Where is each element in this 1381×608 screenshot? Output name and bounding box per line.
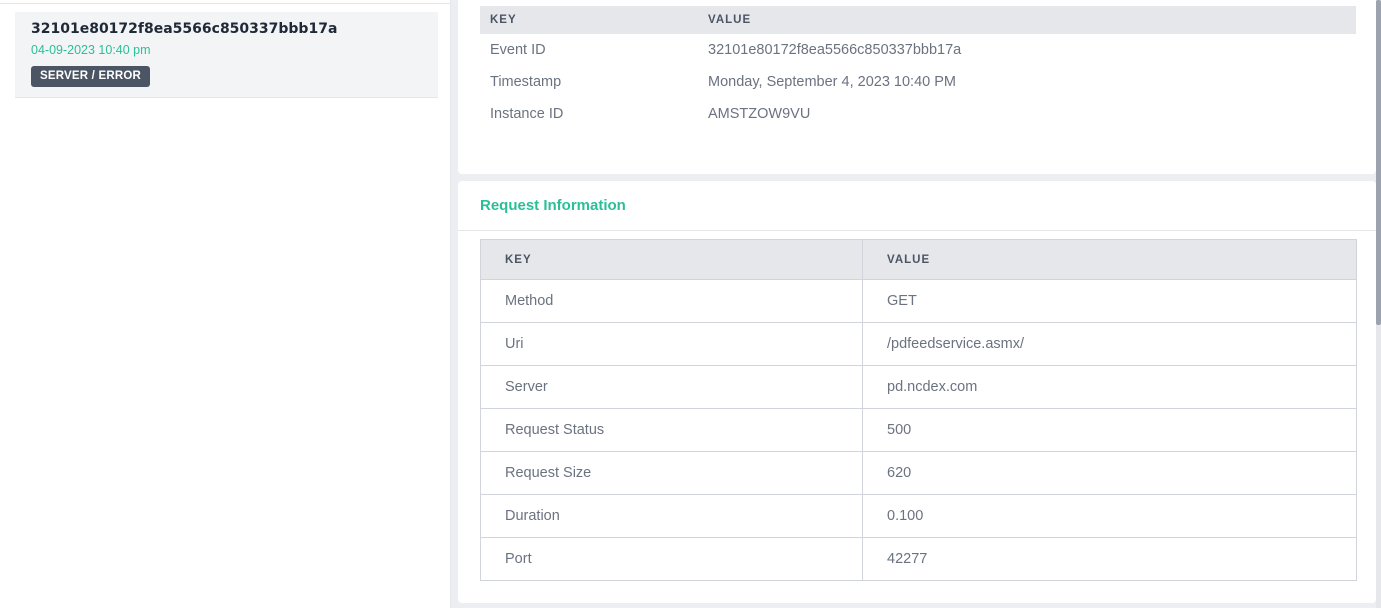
divider — [458, 230, 1376, 231]
row-key: Duration — [480, 494, 863, 538]
row-key: Server — [480, 365, 863, 409]
column-header-key: KEY — [490, 14, 517, 26]
row-key: Method — [480, 279, 863, 323]
scrollbar-thumb[interactable] — [1376, 0, 1381, 325]
request-information-card: Request Information KEY VALUE Method GET — [458, 181, 1376, 603]
row-key: Port — [480, 537, 863, 581]
row-value: /pdfeedservice.asmx/ — [862, 322, 1357, 366]
row-value: 620 — [862, 451, 1357, 495]
column-header-value: VALUE — [708, 14, 752, 26]
event-details-card: KEY VALUE Event ID 32101e80172f8ea5566c8… — [458, 0, 1376, 174]
table-row: Request Status 500 — [480, 408, 1357, 452]
table-row: Duration 0.100 — [480, 494, 1357, 538]
column-header-key: KEY — [480, 239, 863, 280]
table-header-row: KEY VALUE — [480, 239, 1357, 280]
table-row: Uri /pdfeedservice.asmx/ — [480, 322, 1357, 366]
event-id: 32101e80172f8ea5566c850337bbb17a — [31, 21, 338, 37]
row-value: 42277 — [862, 537, 1357, 581]
request-information-table: KEY VALUE Method GET Uri /pdfeedservice.… — [480, 239, 1357, 581]
row-value: 500 — [862, 408, 1357, 452]
event-details-header-row: KEY VALUE — [480, 6, 1356, 34]
vertical-scrollbar[interactable] — [1376, 0, 1381, 608]
table-row: Request Size 620 — [480, 451, 1357, 495]
table-row: Port 42277 — [480, 537, 1357, 581]
row-value: AMSTZOW9VU — [708, 106, 811, 122]
row-value: GET — [862, 279, 1357, 323]
row-key: Request Size — [480, 451, 863, 495]
app-root: 32101e80172f8ea5566c850337bbb17a 04-09-2… — [0, 0, 1381, 608]
divider — [0, 3, 450, 4]
table-row: Server pd.ncdex.com — [480, 365, 1357, 409]
row-key: Event ID — [490, 42, 546, 58]
event-list-item[interactable]: 32101e80172f8ea5566c850337bbb17a 04-09-2… — [15, 12, 438, 98]
row-key: Request Status — [480, 408, 863, 452]
table-row: Event ID 32101e80172f8ea5566c850337bbb17… — [480, 34, 1356, 66]
row-key: Instance ID — [490, 106, 564, 122]
table-row: Method GET — [480, 279, 1357, 323]
table-row: Timestamp Monday, September 4, 2023 10:4… — [480, 66, 1356, 98]
event-timestamp: 04-09-2023 10:40 pm — [31, 43, 151, 57]
row-value: Monday, September 4, 2023 10:40 PM — [708, 74, 956, 90]
event-type-badge: SERVER / ERROR — [31, 66, 150, 87]
row-value: pd.ncdex.com — [862, 365, 1357, 409]
row-key: Uri — [480, 322, 863, 366]
table-row: Instance ID AMSTZOW9VU — [480, 98, 1356, 130]
event-detail-area: KEY VALUE Event ID 32101e80172f8ea5566c8… — [452, 0, 1381, 608]
row-value: 0.100 — [862, 494, 1357, 538]
section-title: Request Information — [480, 197, 626, 214]
row-key: Timestamp — [490, 74, 562, 90]
event-list-panel: 32101e80172f8ea5566c850337bbb17a 04-09-2… — [0, 0, 451, 608]
column-header-value: VALUE — [862, 239, 1357, 280]
row-value: 32101e80172f8ea5566c850337bbb17a — [708, 42, 962, 58]
